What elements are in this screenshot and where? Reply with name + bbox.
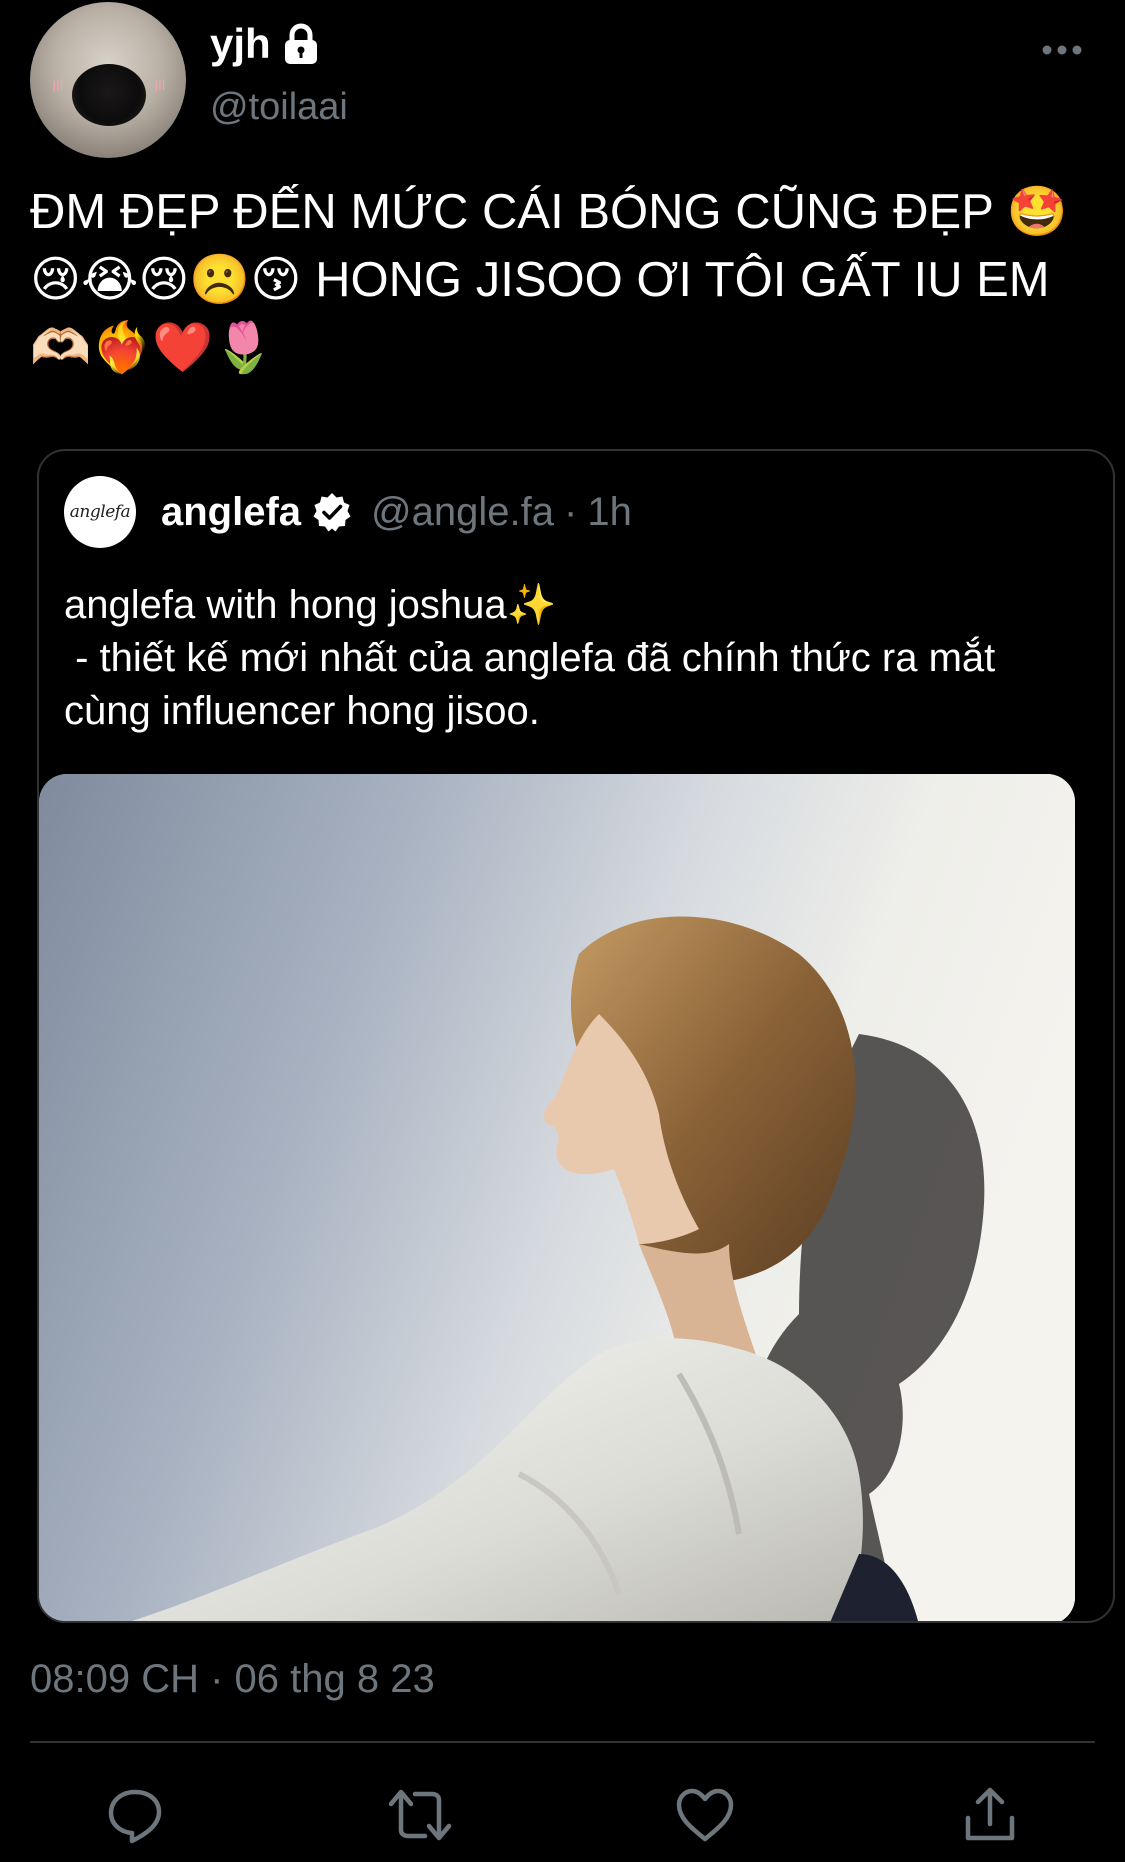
tweet-timestamp[interactable]: 08:09 CH · 06 thg 8 23 (30, 1657, 435, 1702)
quoted-author-avatar[interactable]: anglefa (64, 476, 136, 548)
tweet-text: ĐM ĐẸP ĐẾN MỨC CÁI BÓNG CŨNG ĐẸP 🤩😢😭😢☹️😚… (30, 185, 1068, 375)
quoted-author-handle[interactable]: @angle.fa (371, 490, 554, 535)
share-button[interactable] (955, 1780, 1025, 1850)
reply-icon (108, 1789, 162, 1844)
quoted-tweet-time: 1h (587, 489, 632, 534)
quoted-tweet-header: anglefa @angle.fa · 1h (161, 484, 632, 540)
quoted-tweet-card[interactable]: anglefa anglefa @angle.fa · 1h anglefa w… (37, 449, 1115, 1623)
retweet-button[interactable] (385, 1780, 455, 1850)
reply-button[interactable] (100, 1780, 170, 1850)
retweet-icon (388, 1789, 452, 1841)
quoted-author-name[interactable]: anglefa (161, 490, 301, 535)
more-options-button[interactable] (1036, 30, 1088, 70)
author-name-row[interactable]: yjh (210, 18, 321, 70)
author-avatar[interactable]: / / / / / / (30, 2, 186, 158)
quoted-tweet-text: anglefa with hong joshua✨ - thiết kế mới… (64, 583, 996, 733)
more-dots-icon (1042, 45, 1082, 55)
divider (30, 1741, 1095, 1743)
avatar-blush-right: / / / (152, 76, 166, 95)
heart-icon (676, 1788, 734, 1842)
tweet-detail: / / / / / / yjh @toilaai ĐM ĐẸP ĐẾN MỨC … (0, 0, 1125, 1862)
author-display-name[interactable]: yjh (210, 20, 271, 68)
quoted-separator: · (564, 489, 578, 534)
like-button[interactable] (670, 1780, 740, 1850)
photo-illustration (39, 774, 1075, 1621)
avatar-blush-left: / / / (50, 76, 64, 95)
verified-badge-icon (313, 493, 351, 532)
author-handle[interactable]: @toilaai (210, 86, 348, 129)
quoted-avatar-logo-text: anglefa (69, 502, 131, 522)
share-icon (965, 1787, 1015, 1841)
avatar-nose-graphic (72, 64, 146, 126)
quoted-tweet-photo[interactable] (39, 774, 1075, 1621)
lock-icon (284, 23, 317, 64)
tweet-actions-bar (0, 1780, 1125, 1850)
